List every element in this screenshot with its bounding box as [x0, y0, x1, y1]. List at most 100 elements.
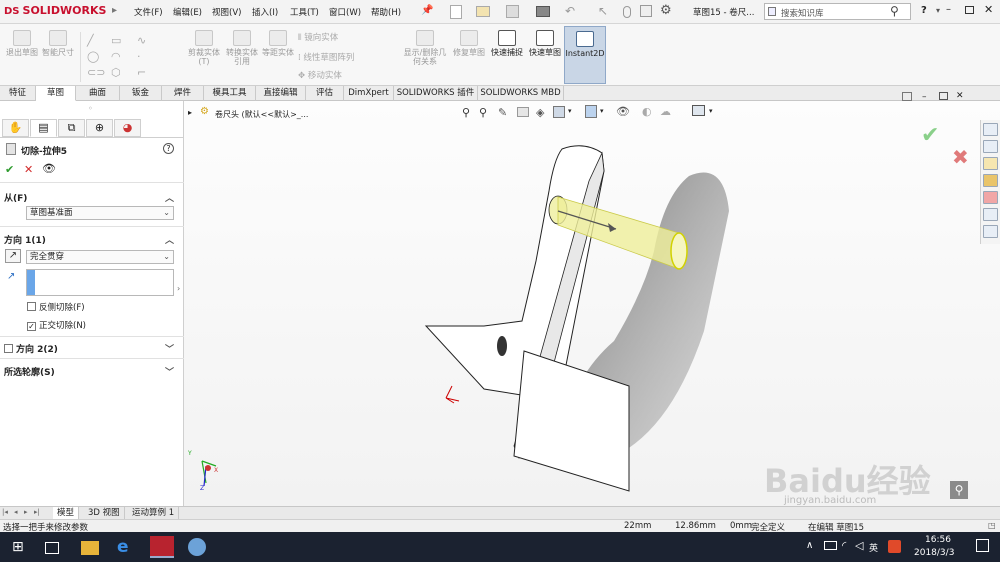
tab-solidworks-mbd[interactable]: SOLIDWORKS MBD — [478, 86, 564, 101]
new-doc-icon[interactable] — [450, 5, 462, 19]
search-input[interactable]: 搜索知识库 — [781, 7, 824, 19]
panel-collapse-dot[interactable]: ◦ — [88, 104, 93, 113]
point-icon[interactable]: · — [137, 50, 141, 63]
tab-surfaces[interactable]: 曲面 — [76, 86, 120, 101]
circle-icon[interactable]: ◯ — [87, 50, 99, 63]
flip-side-cut-checkbox[interactable]: 反侧切除(F) — [27, 301, 85, 313]
tab-dimxpert[interactable]: DimXpert — [344, 86, 394, 101]
expand-arrow-icon[interactable]: › — [177, 284, 180, 293]
dimxpert-manager-tab-icon[interactable]: ⊕ — [86, 119, 113, 137]
menu-file[interactable]: 文件(F) — [134, 6, 163, 18]
select-icon[interactable]: ↖ — [598, 4, 608, 18]
from-select[interactable]: 草图基准面 ⌄ — [26, 206, 174, 220]
from-section-header[interactable]: 从(F) ︿ — [4, 191, 180, 204]
collapse-caret-icon[interactable]: ︿ — [165, 233, 174, 246]
arc-icon[interactable]: ◠ — [111, 50, 121, 63]
menu-help[interactable]: 帮助(H) — [371, 6, 401, 18]
normal-cut-checkbox[interactable]: ✓ 正交切除(N) — [27, 319, 86, 331]
part-model-3d[interactable] — [184, 101, 1000, 506]
end-condition-select[interactable]: 完全贯穿 ⌄ — [26, 250, 174, 264]
search-box[interactable]: 搜索知识库 ⚲ — [764, 3, 911, 20]
cancel-x-icon[interactable]: ✕ — [24, 163, 33, 176]
file-explorer-icon[interactable] — [983, 157, 998, 170]
reverse-direction-icon[interactable]: ↗ — [5, 249, 21, 263]
tab-mold-tools[interactable]: 模具工具 — [204, 86, 256, 101]
tray-expand-icon[interactable]: ∧ — [806, 540, 813, 551]
maximize-icon[interactable] — [965, 6, 974, 14]
search-icon[interactable]: ⚲ — [950, 481, 968, 499]
repair-sketch-button[interactable]: 修复草图 — [452, 30, 486, 57]
expand-menu-icon[interactable]: ▸ — [112, 5, 117, 16]
configuration-manager-tab-icon[interactable]: ⧉ — [58, 119, 85, 137]
display-manager-tab-icon[interactable]: ◕ — [114, 119, 141, 137]
appearances-icon[interactable] — [983, 191, 998, 204]
scroll-prev-icon[interactable]: ◂ — [14, 508, 18, 516]
direction1-section-header[interactable]: 方向 1(1) ︿ — [4, 233, 180, 246]
fillet-icon[interactable]: ⌐ — [137, 66, 146, 79]
menu-tools[interactable]: 工具(T) — [290, 6, 319, 18]
smart-dimension-button[interactable]: 智能尺寸 — [40, 30, 76, 57]
help-icon[interactable]: ? — [163, 143, 174, 154]
collapse-caret-icon[interactable]: ︿ — [165, 191, 174, 204]
app-taskbar-icon[interactable] — [188, 538, 206, 556]
scroll-last-icon[interactable]: ▸| — [34, 508, 40, 516]
taskbar-date[interactable]: 2018/3/3 — [914, 548, 954, 558]
feature-manager-tab-icon[interactable]: ✋ — [2, 119, 29, 137]
tab-solidworks-addins[interactable]: SOLIDWORKS 插件 — [394, 86, 478, 101]
linear-pattern-button[interactable]: ⁞ 线性草图阵列 — [298, 51, 354, 63]
custom-properties-icon[interactable] — [983, 208, 998, 221]
network-icon[interactable]: ◜ — [842, 539, 846, 552]
tab-sheet-metal[interactable]: 钣金 — [120, 86, 162, 101]
polygon-icon[interactable]: ⬡ — [111, 66, 121, 79]
design-library-icon[interactable] — [983, 140, 998, 153]
customize-status-icon[interactable]: ◳ — [988, 521, 996, 530]
mirror-entities-button[interactable]: ⫴ 镜向实体 — [298, 31, 338, 43]
graphics-area[interactable]: ▸ ⚙ 卷尺头 (默认<<默认>_... ⚲ ⚲ ✎ ◈ ▾ ▾ 👁 ◐ ☁ ▾… — [184, 91, 1000, 506]
ok-check-icon[interactable]: ✔ — [5, 163, 14, 176]
slot-icon[interactable]: ⊂⊃ — [87, 66, 105, 79]
solidworks-resources-icon[interactable] — [983, 123, 998, 136]
taskbar-time[interactable]: 16:56 — [925, 535, 951, 545]
expand-caret-icon[interactable]: ﹀ — [165, 365, 174, 378]
solidworks-logo[interactable]: DS SOLIDWORKS — [4, 4, 110, 20]
viewport-split-icon[interactable] — [902, 92, 912, 101]
direction2-section-header[interactable]: 方向 2(2) ﹀ — [4, 342, 180, 355]
rectangle-icon[interactable]: ▭ — [111, 34, 121, 47]
pin-icon[interactable]: 📌 — [421, 5, 433, 16]
solidworks-taskbar-icon[interactable] — [150, 536, 174, 558]
help-dropdown-icon[interactable]: ▾ — [936, 6, 940, 15]
volume-icon[interactable]: ◁ — [855, 539, 863, 552]
file-explorer-taskbar-icon[interactable] — [81, 541, 99, 555]
notification-center-icon[interactable] — [976, 539, 989, 552]
close-icon[interactable]: ✕ — [984, 3, 993, 16]
tab-3d-views[interactable]: 3D 视图 — [84, 507, 125, 519]
menu-view[interactable]: 视图(V) — [212, 6, 241, 18]
spline-icon[interactable]: ∿ — [137, 34, 146, 47]
exit-sketch-button[interactable]: 退出草图 — [4, 30, 40, 57]
open-folder-icon[interactable] — [476, 6, 490, 17]
line-icon[interactable]: ╱ — [87, 34, 94, 47]
battery-icon[interactable] — [824, 541, 837, 550]
expand-caret-icon[interactable]: ﹀ — [165, 342, 174, 355]
direction2-checkbox[interactable] — [4, 344, 13, 353]
viewport-restore-icon[interactable] — [939, 92, 948, 100]
tab-model[interactable]: 模型 — [53, 507, 80, 519]
menu-edit[interactable]: 编辑(E) — [173, 6, 202, 18]
edge-browser-icon[interactable]: e — [117, 538, 135, 556]
trim-entities-button[interactable]: 剪裁实体(T) — [186, 30, 222, 66]
scroll-first-icon[interactable]: |◂ — [2, 508, 8, 516]
tab-evaluate[interactable]: 评估 — [306, 86, 344, 101]
view-palette-icon[interactable] — [983, 174, 998, 187]
windows-start-icon[interactable]: ⊞ — [12, 538, 30, 556]
print-icon[interactable] — [536, 6, 550, 17]
move-entities-button[interactable]: ✥ 移动实体 — [298, 69, 342, 81]
quick-snaps-button[interactable]: 快速捕捉 — [490, 30, 524, 57]
tab-weldments[interactable]: 焊件 — [162, 86, 204, 101]
sogou-ime-icon[interactable] — [888, 540, 901, 553]
checkbox-box-checked[interactable]: ✓ — [27, 322, 36, 331]
property-manager-tab-icon[interactable]: ▤ — [30, 119, 57, 137]
task-view-icon[interactable] — [45, 542, 59, 554]
tab-motion-study-1[interactable]: 运动算例 1 — [128, 507, 180, 519]
save-icon[interactable] — [506, 5, 519, 18]
options-gear-icon[interactable]: ⚙ — [660, 3, 672, 18]
